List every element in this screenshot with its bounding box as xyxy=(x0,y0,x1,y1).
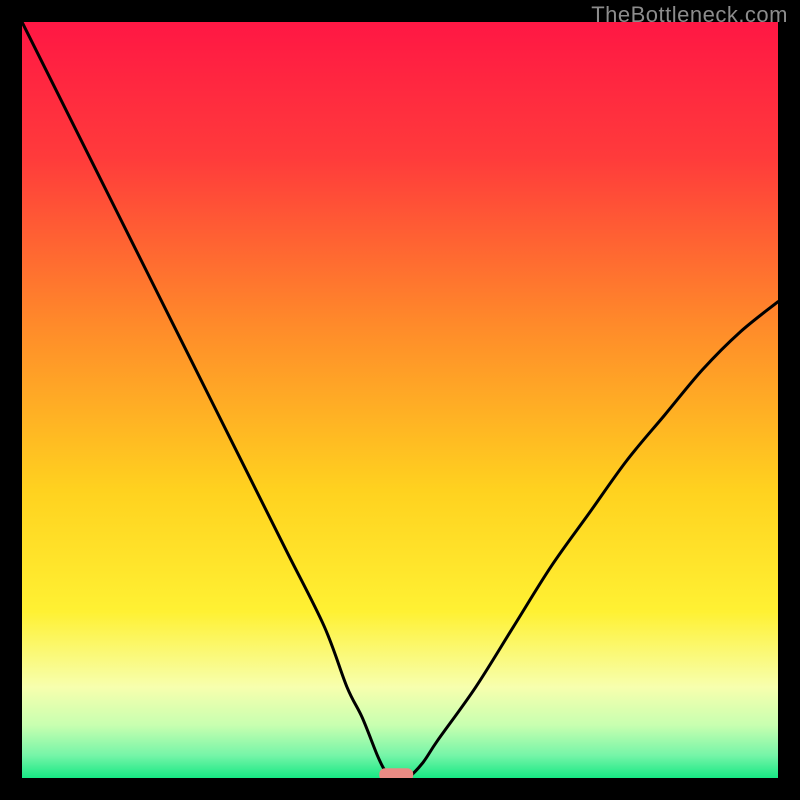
chart-frame: TheBottleneck.com xyxy=(0,0,800,800)
minimum-marker xyxy=(379,768,413,778)
bottleneck-chart xyxy=(22,22,778,778)
gradient-background xyxy=(22,22,778,778)
plot-area xyxy=(22,22,778,778)
